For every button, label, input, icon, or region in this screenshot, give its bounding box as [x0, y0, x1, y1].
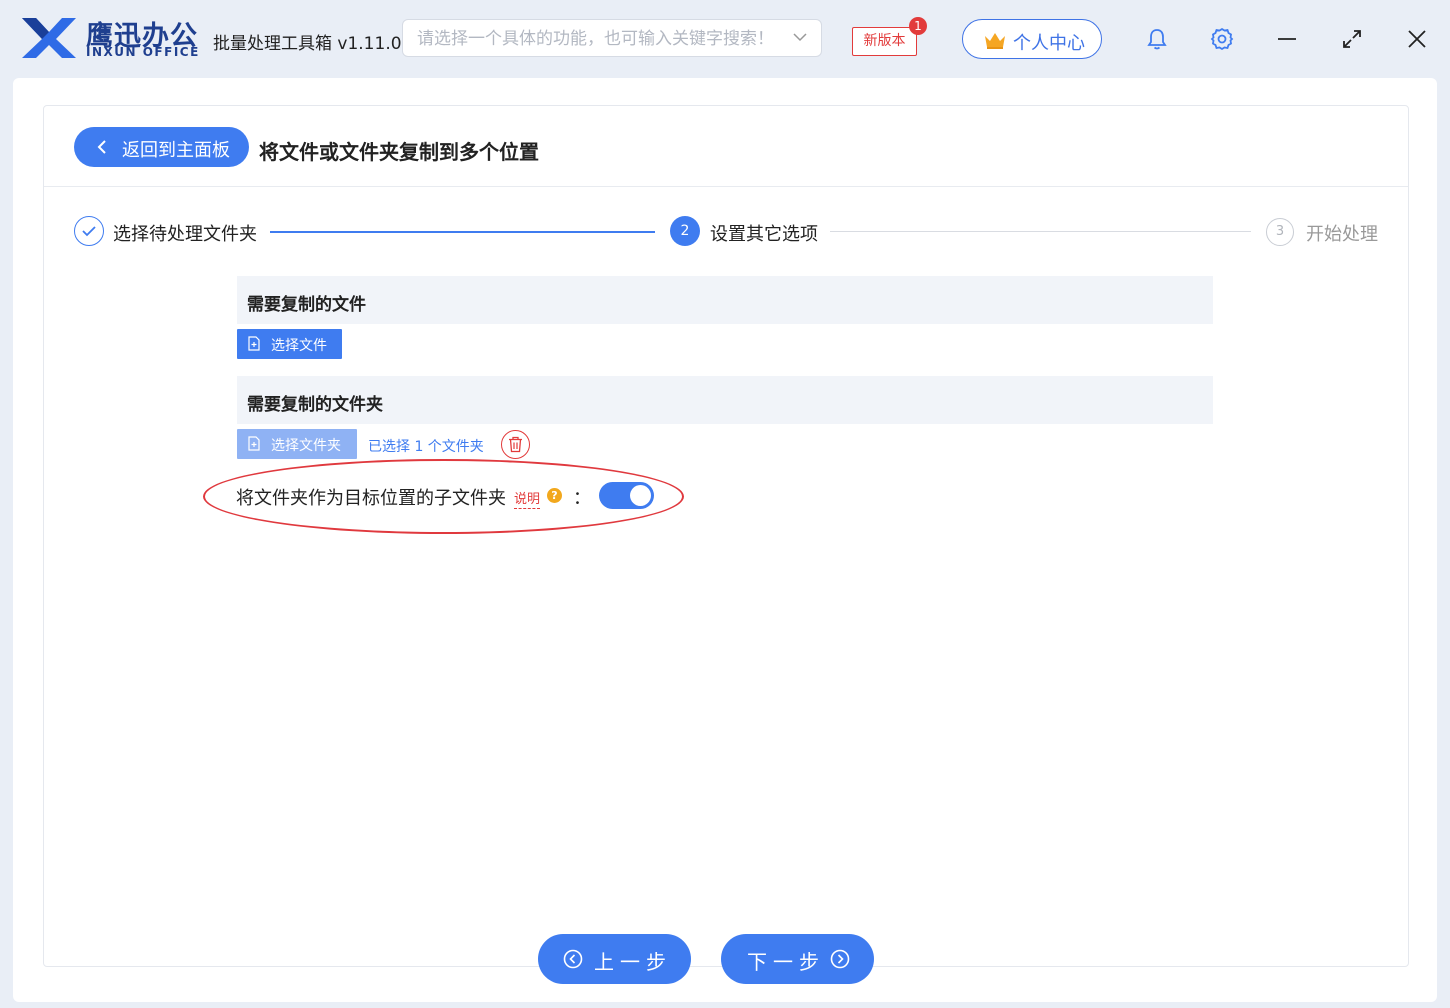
check-icon — [82, 226, 96, 237]
personal-center-label: 个人中心 — [1013, 33, 1085, 54]
file-add-icon — [248, 436, 260, 451]
select-files-button[interactable]: 选择文件 — [237, 329, 342, 359]
circle-chevron-left-icon — [563, 949, 583, 969]
file-add-icon — [248, 336, 260, 351]
previous-step-button[interactable]: 上一步 — [538, 934, 691, 984]
new-version-button[interactable]: 新版本 — [852, 27, 917, 56]
chevron-down-icon[interactable] — [793, 30, 807, 44]
personal-center-button[interactable]: 个人中心 — [962, 19, 1102, 59]
select-files-label: 选择文件 — [271, 337, 327, 353]
title-bar: 鹰迅办公 INXUN OFFICE 批量处理工具箱 v1.11.0 新版本 1 … — [0, 0, 1450, 78]
app-title: 批量处理工具箱 v1.11.0 — [213, 34, 402, 54]
step-1-label: 选择待处理文件夹 — [113, 224, 257, 245]
circle-chevron-right-icon — [830, 949, 850, 969]
option-colon: ： — [573, 488, 591, 509]
back-to-main-button[interactable]: 返回到主面板 — [74, 127, 249, 167]
back-button-label: 返回到主面板 — [122, 140, 230, 160]
page-title: 将文件或文件夹复制到多个位置 — [259, 140, 539, 164]
step-connector-2 — [830, 231, 1251, 232]
clear-selection-button[interactable] — [501, 430, 530, 459]
search-box[interactable] — [402, 19, 822, 57]
step-3-label: 开始处理 — [1306, 224, 1378, 245]
minimize-icon[interactable] — [1274, 26, 1300, 52]
folders-section-header: 需要复制的文件夹 — [237, 376, 1213, 424]
select-folders-label: 选择文件夹 — [271, 437, 341, 453]
folders-section-title: 需要复制的文件夹 — [247, 395, 383, 415]
toggle-knob — [630, 485, 651, 506]
files-section-header: 需要复制的文件 — [237, 276, 1213, 324]
notification-badge: 1 — [909, 17, 927, 35]
help-icon[interactable]: ? — [547, 488, 562, 503]
bell-icon[interactable] — [1144, 26, 1170, 52]
header-divider — [44, 186, 1408, 187]
subfolder-toggle[interactable] — [599, 482, 654, 509]
chevron-left-icon — [97, 140, 106, 154]
explain-link[interactable]: 说明 — [514, 488, 541, 509]
selected-folders-info[interactable]: 已选择 1 个文件夹 — [368, 436, 484, 456]
close-icon[interactable] — [1404, 26, 1430, 52]
crown-icon — [985, 33, 1005, 49]
select-folders-button[interactable]: 选择文件夹 — [237, 429, 357, 459]
next-step-button[interactable]: 下一步 — [721, 934, 874, 984]
gear-icon[interactable] — [1209, 26, 1235, 52]
step-connector-1 — [270, 231, 655, 233]
logo-subtext: INXUN OFFICE — [86, 45, 200, 59]
maximize-icon[interactable] — [1339, 26, 1365, 52]
step-1-indicator — [74, 216, 104, 246]
previous-step-label: 上一步 — [594, 952, 672, 974]
subfolder-option-label: 将文件夹作为目标位置的子文件夹 — [236, 488, 506, 509]
trash-icon — [509, 436, 522, 453]
logo-icon — [22, 18, 76, 58]
step-2-indicator: 2 — [670, 216, 700, 246]
search-input[interactable] — [417, 26, 787, 52]
step-3-indicator: 3 — [1266, 218, 1294, 246]
step-2-label: 设置其它选项 — [710, 224, 818, 245]
files-section-title: 需要复制的文件 — [247, 295, 366, 315]
next-step-label: 下一步 — [747, 952, 825, 974]
